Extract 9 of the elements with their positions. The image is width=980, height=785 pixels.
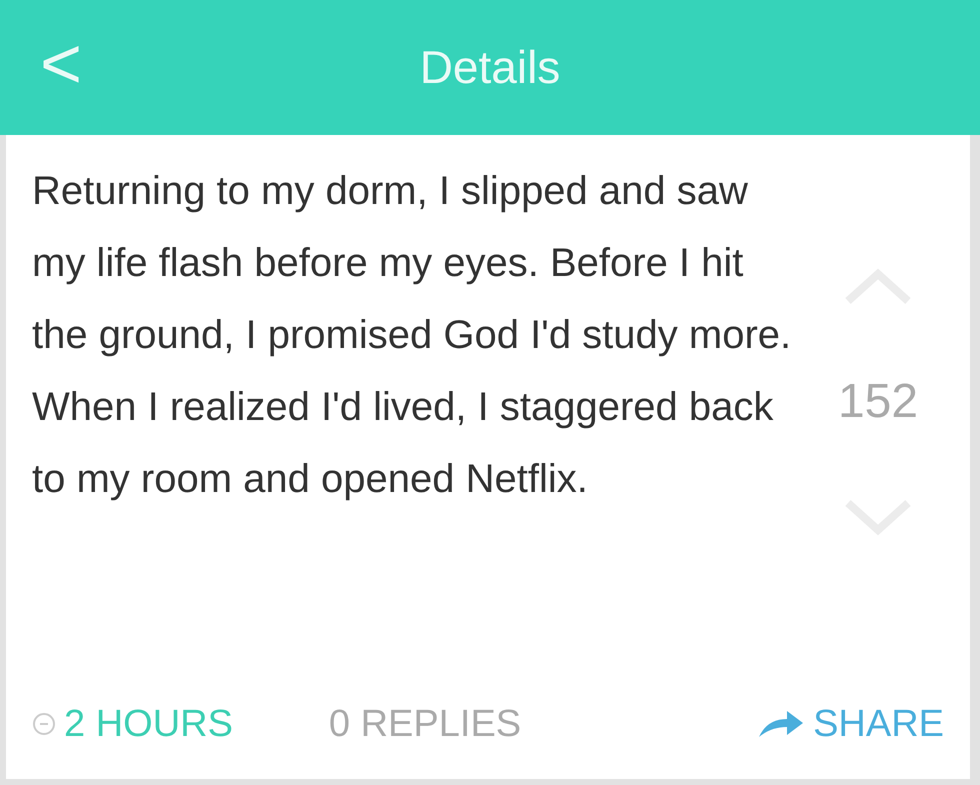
replies-link[interactable]: 0 REPLIES <box>328 696 522 752</box>
vote-count: 152 <box>838 374 918 430</box>
back-button[interactable]: < <box>40 28 82 100</box>
clock-icon <box>32 712 56 736</box>
post-text: Returning to my dorm, I slipped and saw my life flash before my eyes. Before I hit the ground, I promised God I'd study more. When I realized I'd lived, I staggered back to my room and opened Netflix. <box>31 168 792 503</box>
screen-title: Details <box>420 40 560 95</box>
share-arrow-icon <box>757 709 806 739</box>
share-button[interactable]: SHARE <box>757 696 944 752</box>
post-time: 2 HOURS <box>64 702 233 746</box>
